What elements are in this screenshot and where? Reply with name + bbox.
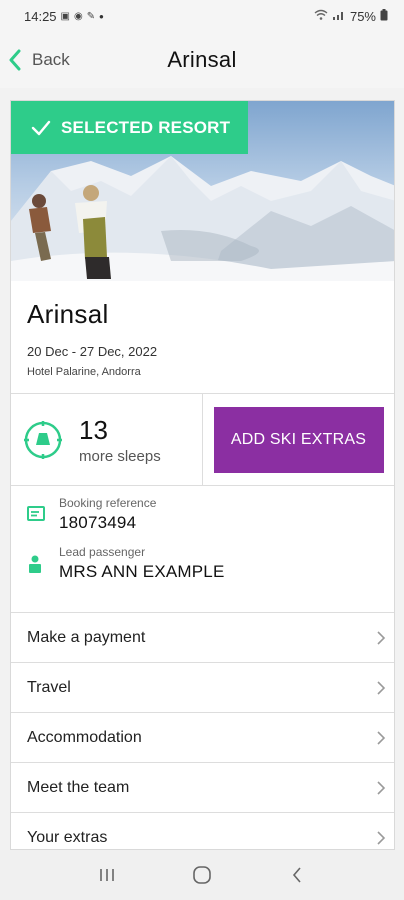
sleeps-label: more sleeps bbox=[79, 447, 161, 465]
status-time: 14:25 bbox=[24, 8, 57, 24]
menu-item-accommodation[interactable]: Accommodation bbox=[11, 713, 394, 763]
chevron-right-icon bbox=[377, 630, 386, 645]
lead-passenger-value: MRS ANN EXAMPLE bbox=[59, 562, 225, 581]
battery-percent: 75% bbox=[349, 8, 376, 24]
system-nav-bar bbox=[0, 850, 404, 900]
lead-passenger-row: Lead passenger MRS ANN EXAMPLE bbox=[27, 545, 378, 582]
booking-reference-row: Booking reference 18073494 bbox=[27, 496, 378, 533]
menu-item-label: Your extras bbox=[27, 828, 108, 846]
menu-item-label: Meet the team bbox=[27, 778, 130, 796]
menu-item-meet-the-team[interactable]: Meet the team bbox=[11, 763, 394, 813]
menu-item-label: Make a payment bbox=[27, 628, 146, 646]
sync-notification-icon: ◉ bbox=[74, 10, 83, 22]
back-label: Back bbox=[32, 50, 70, 69]
compass-icon bbox=[24, 420, 62, 459]
recent-apps-button[interactable] bbox=[87, 855, 127, 895]
sleeps-countdown: 13 more sleeps bbox=[11, 394, 203, 485]
top-bar: Back Arinsal bbox=[0, 32, 404, 88]
lead-passenger-label: Lead passenger bbox=[59, 545, 146, 559]
booking-details: Booking reference 18073494 Lead passenge… bbox=[11, 486, 394, 613]
back-chevron-icon bbox=[9, 49, 21, 71]
battery-icon bbox=[380, 8, 388, 24]
home-button[interactable] bbox=[182, 855, 222, 895]
resort-hero-image: SELECTED RESORT bbox=[11, 101, 394, 281]
chevron-right-icon bbox=[377, 830, 386, 845]
trip-dates: 20 Dec - 27 Dec, 2022 bbox=[27, 344, 158, 359]
booking-menu: Make a payment Travel Accommodation Meet… bbox=[11, 613, 394, 849]
status-bar: 14:25 ▣ ◉ ✎ • 75% bbox=[0, 0, 404, 32]
resort-name: Arinsal bbox=[27, 299, 109, 329]
badge-label: SELECTED RESORT bbox=[61, 117, 231, 137]
gallery-notification-icon: ▣ bbox=[60, 10, 70, 22]
resort-info: Arinsal 20 Dec - 27 Dec, 2022 Hotel Pala… bbox=[11, 281, 394, 394]
menu-item-label: Accommodation bbox=[27, 728, 142, 746]
booking-card: SELECTED RESORT Arinsal 20 Dec - 27 Dec,… bbox=[10, 100, 395, 850]
wifi-icon bbox=[314, 9, 328, 24]
person-icon bbox=[27, 555, 49, 578]
extras-button-wrap: ADD SKI EXTRAS bbox=[203, 394, 394, 485]
system-back-icon bbox=[292, 867, 301, 883]
selected-resort-badge: SELECTED RESORT bbox=[11, 101, 248, 154]
menu-item-make-a-payment[interactable]: Make a payment bbox=[11, 613, 394, 663]
recent-apps-icon bbox=[100, 869, 115, 881]
chevron-right-icon bbox=[377, 730, 386, 745]
signal-icon bbox=[332, 9, 346, 24]
wrench-notification-icon: ✎ bbox=[86, 10, 96, 22]
menu-item-travel[interactable]: Travel bbox=[11, 663, 394, 713]
chevron-right-icon bbox=[377, 680, 386, 695]
hotel-name: Hotel Palarine, Andorra bbox=[27, 366, 141, 378]
home-icon bbox=[193, 866, 211, 884]
sleeps-number: 13 bbox=[79, 414, 108, 445]
check-icon bbox=[31, 120, 51, 135]
booking-reference-label: Booking reference bbox=[59, 496, 157, 510]
system-back-button[interactable] bbox=[277, 855, 317, 895]
booking-reference-value: 18073494 bbox=[59, 513, 137, 532]
menu-item-your-extras[interactable]: Your extras bbox=[11, 813, 394, 849]
add-ski-extras-button[interactable]: ADD SKI EXTRAS bbox=[213, 406, 384, 473]
chevron-right-icon bbox=[377, 780, 386, 795]
countdown-row: 13 more sleeps ADD SKI EXTRAS bbox=[11, 394, 394, 486]
status-dot: • bbox=[99, 8, 104, 24]
menu-item-label: Travel bbox=[27, 678, 71, 696]
back-button[interactable]: Back bbox=[0, 32, 70, 88]
card-icon bbox=[27, 506, 49, 526]
